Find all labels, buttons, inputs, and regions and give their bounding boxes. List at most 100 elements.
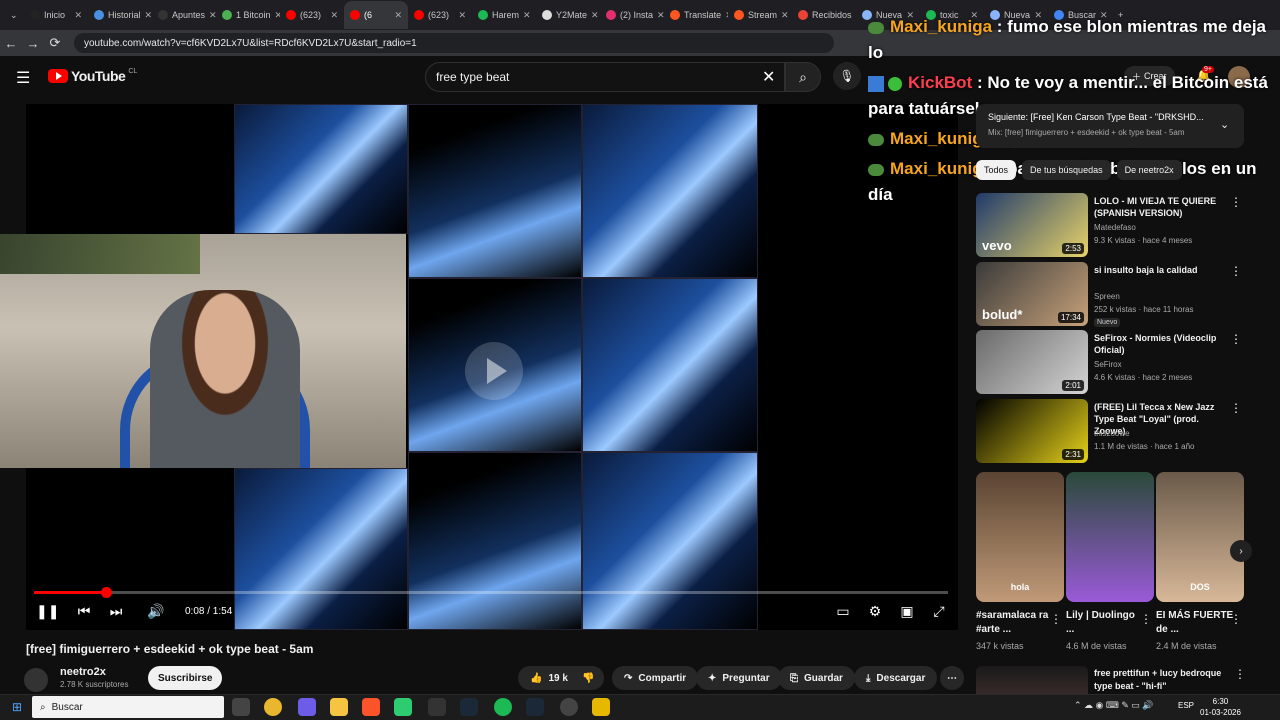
back-icon[interactable]: ← (0, 36, 22, 51)
short-title[interactable]: EI MÁS FUERTE de ... (1156, 609, 1234, 637)
taskbar-search[interactable]: ⌕ Buscar (32, 696, 224, 718)
windows-start-icon[interactable]: ⊞ (12, 700, 22, 714)
settings-icon[interactable]: ⚙ (864, 603, 886, 620)
shorts-next-icon[interactable]: › (1230, 540, 1252, 562)
recommendation-item[interactable]: 2:31 (FREE) Lil Tecca x New Jazz Type Bea… (976, 399, 1246, 463)
save-button[interactable]: ⎘ Guardar (778, 666, 855, 690)
browser-tab[interactable]: Stream ✕ (728, 1, 792, 29)
browser-tab[interactable]: (2) Insta ✕ (600, 1, 664, 29)
progress-bar[interactable] (34, 591, 948, 594)
recommendation-thumbnail[interactable]: 2:01 (976, 330, 1088, 394)
more-options-icon[interactable]: ⋮ (1230, 332, 1242, 346)
browser-tab[interactable]: 1 Bitcoin ✕ (216, 1, 280, 29)
pause-icon[interactable]: ❚❚ (36, 603, 59, 620)
mic-icon[interactable]: 🎙 (833, 62, 861, 90)
subtitles-icon[interactable]: ▭ (832, 603, 854, 620)
tab-close-icon[interactable]: ✕ (781, 10, 789, 21)
spotify-icon[interactable] (494, 698, 512, 716)
more-actions-button[interactable]: ⋯ (940, 666, 964, 690)
channel-name[interactable]: neetro2x (60, 666, 106, 678)
browser-tab[interactable]: (623) ✕ (280, 1, 344, 29)
browser-tab[interactable]: Inicio ✕ (24, 1, 88, 29)
short-thumbnail[interactable] (1066, 472, 1154, 602)
youtube-logo[interactable]: YouTube CL (48, 68, 137, 84)
filter-chip[interactable]: De neetro2x (1116, 160, 1182, 180)
forward-icon[interactable]: → (22, 36, 44, 51)
tab-close-icon[interactable]: ✕ (394, 10, 402, 21)
more-options-icon[interactable]: ⋮ (1230, 612, 1242, 626)
filter-chip[interactable]: De tus búsquedas (1022, 160, 1111, 180)
up-next-panel[interactable] (976, 104, 1244, 148)
chevron-down-icon[interactable]: ⌄ (1220, 118, 1229, 131)
progress-scrubber[interactable] (101, 587, 112, 598)
recommendation-item[interactable]: bolud* 17:34 si insulto baja la calidad Spr… (976, 262, 1246, 327)
recommendation-channel[interactable]: Spreen (1094, 292, 1120, 301)
browser-tab[interactable]: Recibidos✕ (792, 1, 856, 29)
search-input[interactable]: free type beat (425, 62, 785, 92)
app-icon[interactable] (428, 698, 446, 716)
like-button[interactable]: 👍 19 k (518, 666, 576, 690)
taskbar-clock[interactable]: 6:30 01-03-2026 (1200, 696, 1241, 718)
clear-search-icon[interactable]: ✕ (762, 67, 775, 87)
recommendation-channel[interactable]: SeFirox (1094, 360, 1122, 369)
more-options-icon[interactable]: ⋮ (1230, 401, 1242, 415)
app-icon-3[interactable] (592, 698, 610, 716)
menu-icon[interactable]: ☰ (16, 68, 30, 88)
more-options-icon[interactable]: ⋮ (1234, 667, 1246, 681)
recommendation-item[interactable]: vevo 2:53 LOLO - MI VIEJA TE QUIERE (SPANI… (976, 193, 1246, 257)
browser-tab[interactable]: Translate✕ (664, 1, 728, 29)
recommendation-title[interactable]: free prettifun + lucy bedroque type beat… (1094, 667, 1234, 693)
tab-close-icon[interactable]: ✕ (209, 10, 216, 21)
system-tray-icons[interactable]: ⌃ ☁ ◉ ⌨ ✎ ▭ 🔊 (1074, 700, 1154, 711)
fullscreen-icon[interactable]: ⤢ (928, 603, 950, 620)
subscribe-button[interactable]: Suscribirse (148, 666, 223, 690)
steam-icon[interactable] (460, 698, 478, 716)
next-icon[interactable]: ⏭ (105, 603, 127, 620)
file-explorer-icon[interactable] (330, 698, 348, 716)
task-view-icon[interactable] (232, 698, 250, 716)
browser-tab[interactable]: Apuntes ✕ (152, 1, 216, 29)
recommendation-item[interactable]: 2:01 SeFirox - Normies (Videoclip Oficial… (976, 330, 1246, 394)
miniplayer-icon[interactable]: ▣ (896, 603, 918, 620)
tab-close-icon[interactable]: ✕ (458, 10, 466, 21)
reload-icon[interactable]: ⟳ (44, 35, 66, 51)
tab-close-icon[interactable]: ✕ (145, 10, 152, 21)
store-icon[interactable] (394, 698, 412, 716)
tab-close-icon[interactable]: ✕ (330, 10, 338, 21)
tab-search-menu-icon[interactable]: ⌄ (4, 1, 24, 29)
volume-icon[interactable]: 🔊 (145, 603, 167, 620)
browser-tab[interactable]: Historial ✕ (88, 1, 152, 29)
chrome-icon[interactable] (264, 698, 282, 716)
tab-close-icon[interactable]: ✕ (657, 10, 664, 21)
recommendation-thumbnail[interactable]: bolud* 17:34 (976, 262, 1088, 326)
recommendation-thumbnail[interactable] (976, 666, 1088, 696)
short-thumbnail[interactable]: hola (976, 472, 1064, 602)
recommendation-thumbnail[interactable]: 2:31 (976, 399, 1088, 463)
channel-avatar[interactable] (24, 668, 48, 692)
chevron-right-icon[interactable]: › (1222, 164, 1226, 178)
recommendation-channel[interactable]: Matedefaso (1094, 223, 1136, 232)
browser-tab[interactable]: (623) ✕ (408, 1, 472, 29)
browser-tab[interactable]: (6 ✕ (344, 1, 408, 29)
short-title[interactable]: Lily | Duolingo ... (1066, 609, 1144, 637)
tab-close-icon[interactable]: ✕ (74, 10, 82, 21)
recommendation-title[interactable]: LOLO - MI VIEJA TE QUIERE (SPANISH VERSI… (1094, 195, 1224, 219)
tab-close-icon[interactable]: ✕ (523, 10, 531, 21)
more-options-icon[interactable]: ⋮ (1230, 195, 1242, 209)
short-title[interactable]: #saramalaca ra #arte ... (976, 609, 1054, 637)
url-field[interactable]: youtube.com/watch?v=cf6KVD2Lx7U&list=RDc… (74, 33, 834, 53)
previous-icon[interactable]: ⏮ (73, 603, 95, 620)
discord-icon[interactable] (298, 698, 316, 716)
recommendation-thumbnail[interactable]: vevo 2:53 (976, 193, 1088, 257)
language-indicator[interactable]: ESP (1178, 701, 1194, 710)
short-thumbnail[interactable]: DOS (1156, 472, 1244, 602)
recommendation-title[interactable]: si insulto baja la calidad (1094, 264, 1224, 276)
recommendation-title[interactable]: SeFirox - Normies (Videoclip Oficial) (1094, 332, 1224, 356)
steam-icon-2[interactable] (526, 698, 544, 716)
big-play-icon[interactable] (465, 342, 523, 400)
filter-chip[interactable]: Todos (976, 160, 1017, 180)
browser-tab[interactable]: Harem ✕ (472, 1, 536, 29)
recommendation-channel[interactable]: thiszoowe (1094, 429, 1130, 438)
browser-tab[interactable]: Y2Mate ✕ (536, 1, 600, 29)
tab-close-icon[interactable]: ✕ (591, 10, 599, 21)
